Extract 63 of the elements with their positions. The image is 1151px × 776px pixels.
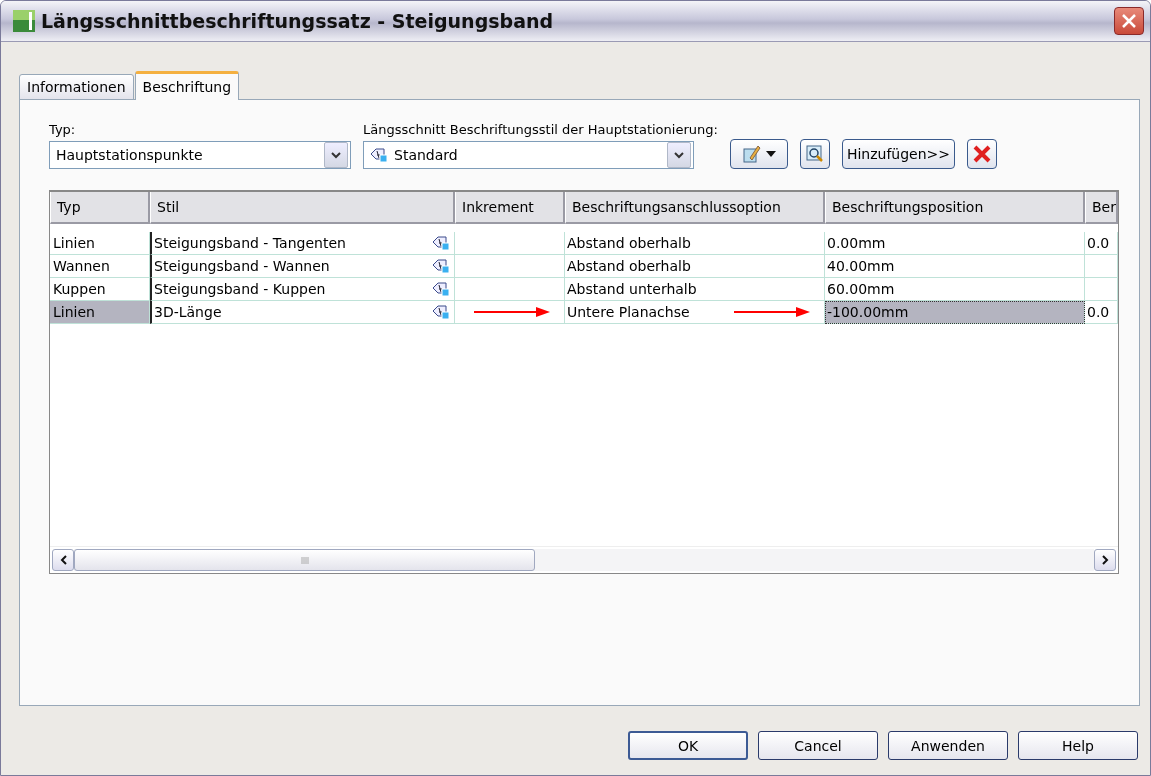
tab[interactable]: Beschriftung <box>134 71 240 100</box>
grip-icon <box>300 556 309 564</box>
field-label: Längsschnitt Beschriftungsstil der Hauptstationierung: <box>363 122 718 137</box>
style-dropdown[interactable]: Standard <box>363 141 694 169</box>
table-cell[interactable]: Steigungsband - Tangenten <box>150 232 455 255</box>
dialog-button[interactable]: Help <box>1018 731 1138 760</box>
table-cell[interactable]: Untere Planachse <box>565 301 825 324</box>
table-cell[interactable]: Kuppen <box>50 278 150 301</box>
label-style-icon <box>432 304 450 320</box>
table-cell[interactable]: 60.00mm <box>825 278 1085 301</box>
app-icon <box>13 10 35 32</box>
type-dropdown[interactable]: Hauptstationspunkte <box>49 141 351 169</box>
preview-button[interactable] <box>799 139 830 169</box>
table-cell[interactable]: Abstand oberhalb <box>565 232 825 255</box>
dialog-button[interactable]: OK <box>628 731 748 760</box>
table-cell[interactable] <box>455 255 565 278</box>
label-style-icon <box>370 147 388 163</box>
label-style-icon <box>432 235 450 251</box>
table-cell[interactable]: Wannen <box>50 255 150 278</box>
add-button[interactable]: Hinzufügen>> <box>841 139 956 169</box>
dialog-button[interactable]: Cancel <box>758 731 878 760</box>
column-header[interactable]: Ber <box>1085 192 1118 224</box>
caret-icon <box>765 151 776 157</box>
column-header[interactable]: Inkrement <box>455 192 565 224</box>
pencil-icon <box>741 144 762 164</box>
window-title: Längsschnittbeschriftungssatz - Steigungsband <box>41 10 555 32</box>
column-header[interactable]: Typ <box>50 192 150 224</box>
horizontal-scrollbar[interactable] <box>50 546 1118 573</box>
table-cell[interactable]: 0.0 <box>1085 232 1118 255</box>
label-style-icon <box>432 258 450 274</box>
table-cell[interactable] <box>455 232 565 255</box>
table-cell[interactable]: -100.00mm <box>825 301 1085 324</box>
table-cell[interactable]: 40.00mm <box>825 255 1085 278</box>
column-header[interactable]: Beschriftungsanschlussoption <box>565 192 825 224</box>
edit-style-button[interactable] <box>729 139 788 169</box>
table-cell[interactable]: Steigungsband - Kuppen <box>150 278 455 301</box>
table-cell[interactable] <box>1085 255 1118 278</box>
close-button[interactable] <box>1114 7 1144 35</box>
table-cell[interactable]: 3D-Länge <box>150 301 455 324</box>
delete-button[interactable] <box>967 139 998 169</box>
table-cell[interactable]: Abstand unterhalb <box>565 278 825 301</box>
table-cell[interactable] <box>1085 278 1118 301</box>
field-label: Typ: <box>49 122 77 137</box>
chevron-left-icon <box>59 555 67 565</box>
table-cell[interactable]: 0.00mm <box>825 232 1085 255</box>
chevron-right-icon <box>1101 555 1109 565</box>
table-cell[interactable]: Linien <box>50 232 150 255</box>
column-header[interactable]: Beschriftungsposition <box>825 192 1085 224</box>
table-cell[interactable]: Linien <box>50 301 150 324</box>
label-style-icon <box>432 281 450 297</box>
table-cell[interactable]: Steigungsband - Wannen <box>150 255 455 278</box>
delete-icon <box>972 144 993 164</box>
table-cell[interactable]: 0.0 <box>1085 301 1118 324</box>
column-header[interactable]: Stil <box>150 192 455 224</box>
close-icon <box>1120 12 1138 30</box>
magnifier-icon <box>805 145 824 163</box>
table-cell[interactable] <box>455 301 565 324</box>
chevron-down-icon <box>674 151 684 159</box>
chevron-down-icon <box>331 151 341 159</box>
table-cell[interactable]: Abstand oberhalb <box>565 255 825 278</box>
tab[interactable]: Informationen <box>19 74 134 100</box>
dialog-button[interactable]: Anwenden <box>888 731 1008 760</box>
table-cell[interactable] <box>455 278 565 301</box>
